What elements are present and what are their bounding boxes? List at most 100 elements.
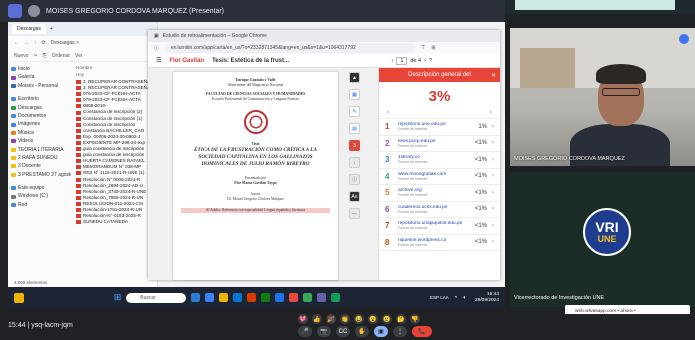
- taskbar-app-icon[interactable]: [219, 293, 229, 302]
- volume-icon[interactable]: ◖: [462, 295, 466, 301]
- match-source-row[interactable]: 4 www.monografias.com Fuente de Internet <1…: [379, 169, 500, 185]
- rubric-icon[interactable]: ▤: [349, 123, 360, 134]
- weather-icon[interactable]: [14, 292, 24, 303]
- taskbar-app-icon[interactable]: [233, 293, 243, 302]
- browser-tab-title[interactable]: Estudio de retroalimentación – Google Ch…: [163, 33, 267, 39]
- chevron-right-icon[interactable]: ›: [492, 124, 494, 130]
- menu-icon[interactable]: ☰: [156, 57, 161, 64]
- translate-icon[interactable]: ⊤: [421, 45, 425, 51]
- raise-hand-icon[interactable]: ✋: [355, 326, 369, 337]
- next-match-icon[interactable]: ›: [490, 109, 492, 118]
- address-bar[interactable]: ev.turnitin.com/app/carta/en_us/?o=23328…: [165, 43, 416, 53]
- reaction-emoji-icon[interactable]: 😢: [382, 314, 392, 324]
- sidebar-item[interactable]: Windows (C:): [11, 192, 71, 200]
- chevron-right-icon[interactable]: ›: [492, 173, 494, 179]
- sidebar-item[interactable]: Este equipo: [11, 184, 71, 192]
- taskbar-search[interactable]: Buscar: [126, 292, 187, 303]
- cut-icon[interactable]: ✂: [33, 53, 37, 59]
- captions-icon[interactable]: CC: [336, 326, 350, 337]
- start-icon[interactable]: ⊞: [114, 292, 122, 303]
- view-button[interactable]: Ver: [75, 53, 83, 59]
- chevron-right-icon[interactable]: ›: [492, 140, 494, 146]
- camera-icon[interactable]: 📷: [317, 326, 331, 337]
- site-info-icon[interactable]: ⓘ: [154, 45, 159, 52]
- participant-video-tile[interactable]: MOISES GREGORIO CORDOVA MARQUEZ: [510, 28, 695, 166]
- page-number-input[interactable]: 1: [396, 56, 408, 65]
- match-source-row[interactable]: 8 riquelme.wordpress.co Fuente de Internet…: [379, 235, 500, 251]
- text-only-icon[interactable]: A≡: [349, 191, 360, 202]
- taskbar-app-icon[interactable]: [205, 293, 215, 302]
- prev-page-icon[interactable]: ‹: [391, 58, 393, 64]
- new-tab-icon[interactable]: +: [50, 26, 53, 32]
- highlighted-match[interactable]: Al Adulto: Referencia con especialidad: …: [181, 208, 330, 213]
- close-icon[interactable]: ✕: [491, 72, 496, 79]
- chevron-right-icon[interactable]: ›: [492, 239, 494, 245]
- sidebar-item[interactable]: Escritorio: [11, 95, 71, 103]
- taskbar-clock[interactable]: 15:44 28/08/2024: [475, 292, 499, 304]
- new-button[interactable]: Nuevo: [14, 53, 28, 59]
- match-source-row[interactable]: 5 archive.org Fuente de Internet <1% ›: [379, 185, 500, 202]
- match-source-row[interactable]: 2 tesis.pucp.edu.pe Fuente de Internet <1% ›: [379, 136, 500, 152]
- sidebar-item[interactable]: 3 PRESTAMO 27 agosto: [11, 171, 71, 179]
- language-indicator[interactable]: ESP LAA: [430, 295, 449, 300]
- help-icon[interactable]: ?: [429, 58, 432, 64]
- download-icon[interactable]: ↓: [349, 157, 360, 168]
- up-arrow-icon[interactable]: ↑: [34, 40, 37, 46]
- taskbar-app-icon[interactable]: [247, 293, 257, 302]
- explorer-tab[interactable]: Descargas: [12, 24, 46, 34]
- collapse-icon[interactable]: —: [349, 208, 360, 219]
- sidebar-item[interactable]: Imágenes: [11, 120, 71, 128]
- file-row[interactable]: SUNEDU CATAÑEDA: [76, 219, 155, 225]
- back-arrow-icon[interactable]: ←: [14, 40, 19, 46]
- sidebar-item[interactable]: Red: [11, 201, 71, 209]
- sidebar-item[interactable]: 2 RAFA SUNEDU: [11, 154, 71, 162]
- wifi-icon[interactable]: ◔: [454, 295, 458, 301]
- chevron-right-icon[interactable]: ›: [492, 206, 494, 212]
- edit-icon[interactable]: ✎: [349, 106, 360, 117]
- column-header-name[interactable]: Nombre: [76, 65, 155, 72]
- reaction-emoji-icon[interactable]: 👎: [410, 314, 420, 324]
- copy-icon[interactable]: ⎘: [43, 53, 47, 59]
- similarity-badge[interactable]: 3: [349, 140, 360, 151]
- taskbar-app-icon[interactable]: [261, 293, 271, 302]
- taskbar-app-icon[interactable]: [275, 293, 285, 302]
- sidebar-item[interactable]: Música: [11, 129, 71, 137]
- prev-match-icon[interactable]: ‹: [387, 109, 389, 118]
- sidebar-item[interactable]: Videos: [11, 137, 71, 145]
- reaction-emoji-icon[interactable]: 🎉: [326, 314, 336, 324]
- refresh-icon[interactable]: ⟳: [42, 40, 46, 46]
- info-icon[interactable]: ⓘ: [349, 174, 360, 185]
- forward-arrow-icon[interactable]: →: [24, 40, 29, 46]
- match-source-row[interactable]: 7 repositorio.unapiquitos.edu.pe Fuente de…: [379, 218, 500, 235]
- grid-icon[interactable]: ▦: [349, 89, 360, 100]
- sidebar-item[interactable]: Galería: [11, 73, 71, 81]
- match-source-row[interactable]: 6 cuadernos.ucss.edu.pe Fuente de Internet…: [379, 202, 500, 218]
- extensions-icon[interactable]: ⊞: [431, 45, 435, 51]
- present-screen-icon[interactable]: ▣: [374, 326, 388, 337]
- match-source-row[interactable]: 3 1library.co Fuente de Internet <1% ›: [379, 152, 500, 169]
- sidebar-item[interactable]: Moisés - Personal: [11, 82, 71, 90]
- taskbar-app-icon[interactable]: [303, 293, 313, 302]
- reaction-emoji-icon[interactable]: 💖: [298, 314, 308, 324]
- sidebar-item[interactable]: TEORIA LITERARIA: [11, 146, 71, 154]
- hang-up-icon[interactable]: 📞: [412, 326, 432, 337]
- taskbar-app-icon[interactable]: [317, 293, 327, 302]
- reaction-emoji-icon[interactable]: 👏: [340, 314, 350, 324]
- taskbar-app-icon[interactable]: [191, 293, 201, 302]
- taskbar-app-icon[interactable]: [331, 293, 341, 302]
- sidebar-item[interactable]: Descargas: [11, 104, 71, 112]
- sort-button[interactable]: Ordenar: [52, 53, 70, 59]
- address-path[interactable]: Descargas >: [51, 40, 79, 46]
- chevron-right-icon[interactable]: ›: [492, 157, 494, 163]
- more-options-icon[interactable]: ⋮: [393, 326, 407, 337]
- next-page-icon[interactable]: ›: [424, 58, 426, 64]
- chevron-right-icon[interactable]: ›: [492, 190, 494, 196]
- vri-participant-tile[interactable]: VRI UNE Vicerrectorado de Investigación …: [510, 172, 695, 307]
- match-source-row[interactable]: 1 repositorio.une.edu.pe Fuente de Interne…: [379, 119, 500, 136]
- mic-icon[interactable]: 🎤: [298, 326, 312, 337]
- reaction-emoji-icon[interactable]: 🤔: [396, 314, 406, 324]
- taskbar-app-icon[interactable]: [289, 293, 299, 302]
- reaction-emoji-icon[interactable]: 😮: [368, 314, 378, 324]
- chevron-right-icon[interactable]: ›: [492, 223, 494, 229]
- sidebar-item[interactable]: Documentos: [11, 112, 71, 120]
